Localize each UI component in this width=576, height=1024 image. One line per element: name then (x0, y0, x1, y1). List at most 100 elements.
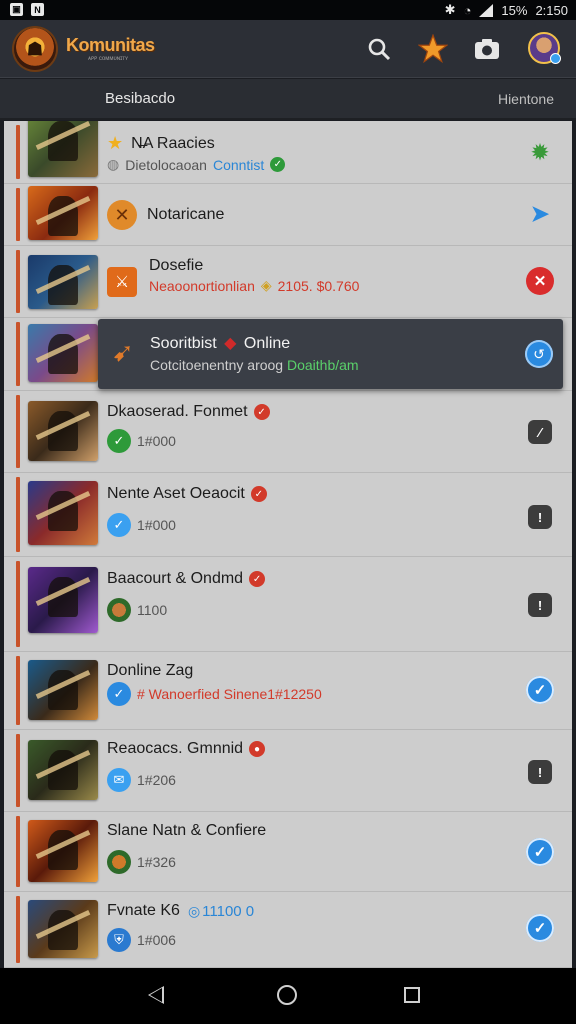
row-subtitle: ◍ Dietolocaoan Conntist ✓ (107, 156, 286, 173)
row-meta-value: 1#000 (137, 433, 176, 449)
close-icon[interactable]: ✕ (526, 267, 554, 295)
star-icon[interactable] (418, 34, 448, 64)
info-icon[interactable]: ! (528, 593, 552, 617)
row-sub-prefix: Dietolocaoan (125, 156, 207, 173)
check-icon[interactable]: ✓ (526, 914, 554, 942)
row-text: Dosefie Neaoonortionlian ◈ 2105. $0.760 (149, 257, 359, 294)
avatar[interactable] (528, 32, 561, 64)
row-accent (16, 250, 20, 313)
edit-icon[interactable]: ∕ (528, 420, 552, 444)
list-item[interactable]: ⚔ Dosefie Neaoonortionlian ◈ 2105. $0.76… (4, 246, 572, 318)
tab-right[interactable]: Hientone (498, 91, 554, 107)
star-badge-icon: ★ (107, 133, 124, 153)
check-icon[interactable]: ✓ (526, 838, 554, 866)
system-nav-bar (0, 968, 576, 1024)
online-dot-icon (550, 53, 561, 64)
game-thumbnail (28, 255, 98, 309)
row-meta-value: 1#000 (137, 517, 176, 533)
row-text: ✕ Notaricane (107, 200, 224, 230)
app-logo-icon: ☗ (14, 28, 56, 70)
avatar-small-icon (107, 850, 131, 874)
back-icon[interactable] (148, 986, 164, 1004)
row-meta-value: 1100 (137, 602, 168, 618)
row-meta: 1100 (107, 598, 265, 622)
alert-badge-icon: ● (249, 741, 266, 757)
row-meta: ⛨ 1#006 (107, 928, 254, 952)
search-icon[interactable] (364, 34, 394, 64)
fire-icon: ⚔ (107, 267, 137, 297)
highlight-sub-link[interactable]: Doaithb/am (287, 357, 359, 373)
game-thumbnail (28, 121, 98, 177)
row-title-suffix: 11100 0 (202, 902, 255, 920)
row-title: Dosefie (149, 257, 204, 274)
row-meta: ✓ 1#000 (107, 513, 267, 537)
game-thumbnail (28, 401, 98, 461)
gear-icon[interactable]: ✹ (526, 138, 554, 166)
row-text: Nente Aset Oeaocit ✓ ✓ 1#000 (107, 485, 267, 537)
row-accent (16, 322, 20, 386)
list-item[interactable]: Reaocacs. Gmnnid ● ✉ 1#206 ! (4, 730, 572, 812)
refresh-icon[interactable]: ↺ (525, 340, 553, 368)
signal-icon (479, 3, 494, 17)
row-title-wrap: Reaocacs. Gmnnid ● (107, 740, 266, 758)
app-bar: ☗ Komunitas ᴀᴘᴘ ᴄᴏᴍᴍᴜɴɪᴛʏ (0, 20, 576, 78)
list-item[interactable]: Baacourt & Ondmd ✓ 1100 ! (4, 557, 572, 652)
app-subtitle: ᴀᴘᴘ ᴄᴏᴍᴍᴜɴɪᴛʏ (88, 56, 129, 62)
check-icon[interactable]: ✓ (526, 676, 554, 704)
chat-icon: ✓ (107, 682, 131, 706)
info-icon[interactable]: ! (528, 505, 552, 529)
game-thumbnail (28, 820, 98, 882)
game-thumbnail (28, 740, 98, 800)
highlight-title-text: Sooritbist (150, 335, 217, 352)
highlighted-item[interactable]: ➹ Sooritbist ◆ Online Cotcitoenentny aro… (98, 319, 563, 389)
game-thumbnail (28, 660, 98, 720)
row-meta: 1#326 (107, 850, 266, 874)
row-text: ★ N̶A Raacies ◍ Dietolocaoan Conntist ✓ (107, 133, 286, 173)
row-accent (16, 734, 20, 807)
check-badge-icon: ✓ (253, 404, 270, 420)
row-title: Nente Aset Oeaocit (107, 485, 245, 502)
row-accent (16, 125, 20, 179)
row-accent (16, 477, 20, 552)
row-title-wrap: ★ N̶A Raacies (107, 133, 285, 154)
list-item[interactable]: Slane Natn & Confiere 1#326 ✓ (4, 812, 572, 892)
list-item[interactable]: Donline Zag ✓ # Wanoerfied Sinene1#12250… (4, 652, 572, 730)
row-title: Fvnate K6 (107, 902, 180, 919)
highlight-sub-prefix: Cotcitoenentny aroog (150, 357, 284, 373)
tab-left[interactable]: Besibacdo (105, 90, 175, 107)
list-item[interactable]: ✕ Notaricane ➤ (4, 184, 572, 246)
wifi-icon: ◔ (463, 2, 472, 18)
row-accent (16, 816, 20, 887)
send-icon[interactable]: ➤ (526, 200, 554, 228)
game-thumbnail (28, 186, 98, 240)
game-thumbnail (28, 900, 98, 958)
avatar-small-icon (107, 598, 131, 622)
row-subtitle: Neaoonortionlian ◈ 2105. $0.760 (149, 277, 359, 294)
camera-icon[interactable] (472, 34, 502, 64)
row-accent (16, 561, 20, 647)
home-icon[interactable] (277, 985, 297, 1005)
row-title: Donline Zag (107, 662, 194, 679)
check-circle-icon: ✓ (107, 513, 131, 537)
row-accent (16, 656, 20, 725)
chat-icon: ✉ (107, 768, 131, 792)
info-icon[interactable]: ! (528, 760, 552, 784)
list-item[interactable]: Dkaoserad. Fonmet ✓ ✓ 1#000 ∕ (4, 391, 572, 473)
highlight-subtitle: Cotcitoenentny aroog Doaithb/am (150, 357, 359, 373)
coin-icon: ◎ (187, 902, 201, 919)
shield-icon: ⛨ (107, 928, 131, 952)
game-thumbnail (28, 481, 98, 545)
battery-level: 15% (501, 2, 528, 18)
list-item[interactable]: ★ N̶A Raacies ◍ Dietolocaoan Conntist ✓ … (4, 121, 572, 184)
list-item[interactable]: Nente Aset Oeaocit ✓ ✓ 1#000 ! (4, 473, 572, 557)
recents-icon[interactable] (404, 987, 420, 1003)
camera-small-icon: ◍ (107, 156, 120, 172)
sword-icon: ➹ (112, 337, 134, 367)
list-item[interactable]: Fvnate K6 ◎ 11100 0 ⛨ 1#006 ✓ (4, 892, 572, 968)
row-accent (16, 395, 20, 468)
row-text: Donline Zag ✓ # Wanoerfied Sinene1#12250 (107, 662, 322, 706)
row-text: Baacourt & Ondmd ✓ 1100 (107, 570, 266, 622)
row-sub-link[interactable]: Conntist (213, 157, 264, 173)
row-text: Fvnate K6 ◎ 11100 0 ⛨ 1#006 (107, 902, 254, 952)
row-title: Baacourt & Ondmd (107, 570, 244, 587)
